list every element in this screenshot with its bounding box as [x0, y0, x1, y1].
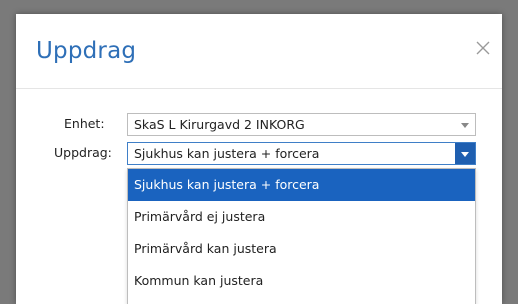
enhet-label: Enhet:: [64, 116, 105, 131]
uppdrag-select-value: Sjukhus kan justera + forcera: [134, 146, 320, 161]
chevron-down-icon[interactable]: [455, 114, 475, 135]
uppdrag-dialog: Uppdrag Enhet: SkaS L Kirurgavd 2 INKORG…: [16, 14, 502, 304]
dropdown-option[interactable]: Kommun kan justera: [128, 265, 475, 297]
uppdrag-dropdown-list: Sjukhus kan justera + forcera Primärvård…: [127, 168, 476, 304]
enhet-select[interactable]: SkaS L Kirurgavd 2 INKORG: [127, 113, 476, 136]
uppdrag-select[interactable]: Sjukhus kan justera + forcera: [127, 142, 476, 165]
dropdown-option[interactable]: Primärvård kan justera: [128, 233, 475, 265]
chevron-down-icon[interactable]: [455, 143, 475, 164]
dropdown-option[interactable]: Primärvård ej justera: [128, 201, 475, 233]
enhet-select-value: SkaS L Kirurgavd 2 INKORG: [134, 117, 305, 132]
close-icon[interactable]: [476, 41, 490, 55]
header-divider: [16, 88, 502, 89]
uppdrag-label: Uppdrag:: [54, 145, 112, 160]
dialog-title: Uppdrag: [36, 38, 137, 64]
dropdown-option[interactable]: Sjukhus kan justera + forcera: [128, 169, 475, 201]
